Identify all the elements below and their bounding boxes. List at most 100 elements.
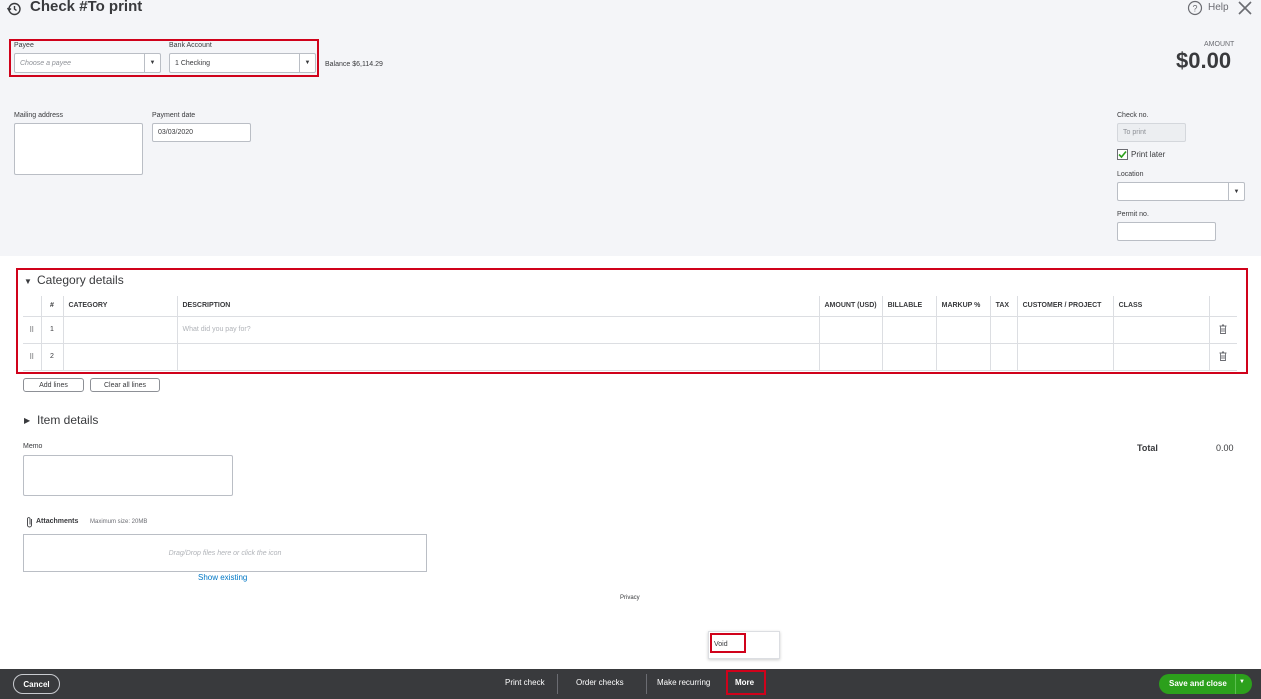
column-header-billable: BILLABLE <box>881 296 937 317</box>
column-header-markup: MARKUP % <box>935 296 991 317</box>
markup-cell[interactable] <box>935 343 991 371</box>
clear-all-lines-button[interactable]: Clear all lines <box>90 378 160 392</box>
expand-triangle-icon[interactable]: ▶ <box>24 416 30 425</box>
column-header-customer-project: CUSTOMER / PROJECT <box>1016 296 1114 317</box>
drag-handle-icon[interactable]: ⠿ <box>23 343 41 371</box>
chevron-down-icon[interactable]: ▼ <box>1228 183 1244 200</box>
permit-no-label: Permit no. <box>1117 211 1149 218</box>
row-number: 2 <box>40 343 63 371</box>
check-icon <box>1118 150 1127 159</box>
save-and-close-button[interactable]: Save and close ▼ <box>1159 674 1252 694</box>
history-icon[interactable] <box>6 1 22 17</box>
split-divider <box>1235 674 1236 694</box>
billable-cell[interactable] <box>881 316 937 344</box>
paperclip-icon[interactable] <box>25 516 34 528</box>
void-menu-item[interactable]: Void <box>714 641 728 648</box>
payment-date-value: 03/03/2020 <box>158 129 194 136</box>
category-details-title[interactable]: Category details <box>37 273 124 287</box>
print-later-label: Print later <box>1131 150 1166 159</box>
column-header-description: DESCRIPTION <box>176 296 819 317</box>
privacy-link[interactable]: Privacy <box>620 595 640 601</box>
more-button[interactable]: More <box>735 678 754 687</box>
description-cell[interactable] <box>176 343 819 371</box>
show-existing-link[interactable]: Show existing <box>198 573 247 582</box>
payment-date-field[interactable]: 03/03/2020 <box>152 123 251 142</box>
footer-divider <box>557 674 558 694</box>
more-menu-popup: Void <box>708 631 780 659</box>
collapse-triangle-icon[interactable]: ▼ <box>24 277 32 286</box>
attachments-max-size: Maximum size: 20MB <box>90 519 148 525</box>
category-table: # CATEGORY DESCRIPTION AMOUNT (USD) BILL… <box>23 296 1237 371</box>
help-link[interactable]: Help <box>1208 2 1229 13</box>
print-later-checkbox[interactable] <box>1117 149 1128 160</box>
check-no-value: To print <box>1123 129 1146 136</box>
delete-column-header <box>1208 296 1237 317</box>
balance-text: Balance $6,114.29 <box>325 61 383 68</box>
column-header-category: CATEGORY <box>62 296 177 317</box>
check-no-label: Check no. <box>1117 112 1149 119</box>
trash-icon[interactable] <box>1208 343 1237 371</box>
amount-value: $0.00 <box>1176 48 1232 73</box>
payment-date-label: Payment date <box>152 112 196 119</box>
customer-project-cell[interactable] <box>1016 343 1114 371</box>
chevron-down-icon[interactable]: ▼ <box>144 54 160 72</box>
column-header-num: # <box>40 296 63 317</box>
location-select[interactable]: ▼ <box>1117 182 1245 201</box>
attachment-dropzone[interactable]: Drag/Drop files here or click the icon <box>23 534 427 572</box>
page-title: Check #To print <box>30 0 143 15</box>
table-row[interactable]: ⠿ 1 What did you pay for? <box>23 316 1237 344</box>
drag-column-header <box>23 296 41 317</box>
payee-select[interactable]: Choose a payee ▼ <box>14 53 161 73</box>
add-lines-button[interactable]: Add lines <box>23 378 84 392</box>
mailing-address-label: Mailing address <box>14 112 64 119</box>
make-recurring-button[interactable]: Make recurring <box>657 678 710 687</box>
row-number: 1 <box>40 316 63 344</box>
category-cell[interactable] <box>62 343 177 371</box>
table-row[interactable]: ⠿ 2 <box>23 343 1237 371</box>
payee-label: Payee <box>14 42 34 49</box>
billable-cell[interactable] <box>881 343 937 371</box>
category-cell[interactable] <box>62 316 177 344</box>
column-header-amount: AMOUNT (USD) <box>818 296 883 317</box>
order-checks-button[interactable]: Order checks <box>576 678 624 687</box>
memo-label: Memo <box>23 443 43 450</box>
amount-cell[interactable] <box>818 316 883 344</box>
total-label: Total <box>1137 443 1158 453</box>
permit-no-field[interactable] <box>1117 222 1216 241</box>
bank-account-value: 1 Checking <box>175 59 211 67</box>
dropzone-text: Drag/Drop files here or click the icon <box>168 549 282 557</box>
customer-project-cell[interactable] <box>1016 316 1114 344</box>
check-no-field[interactable]: To print <box>1117 123 1186 142</box>
cancel-button[interactable]: Cancel <box>13 674 60 694</box>
footer-divider <box>726 674 727 694</box>
column-header-tax: TAX <box>989 296 1018 317</box>
total-value: 0.00 <box>1216 443 1234 453</box>
location-label: Location <box>1117 171 1144 178</box>
item-details-title[interactable]: Item details <box>37 413 98 427</box>
chevron-down-icon[interactable]: ▼ <box>1239 679 1245 685</box>
drag-handle-icon[interactable]: ⠿ <box>23 316 41 344</box>
table-header-row: # CATEGORY DESCRIPTION AMOUNT (USD) BILL… <box>23 296 1237 317</box>
help-icon[interactable]: ? <box>1187 0 1203 16</box>
bank-account-select[interactable]: 1 Checking ▼ <box>169 53 316 73</box>
amount-label: AMOUNT <box>1204 41 1235 48</box>
payee-placeholder: Choose a payee <box>20 59 71 67</box>
tax-cell[interactable] <box>989 343 1018 371</box>
markup-cell[interactable] <box>935 316 991 344</box>
close-icon[interactable] <box>1237 0 1253 16</box>
print-check-button[interactable]: Print check <box>505 678 545 687</box>
mailing-address-field[interactable] <box>14 123 143 175</box>
memo-field[interactable] <box>23 455 233 496</box>
tax-cell[interactable] <box>989 316 1018 344</box>
svg-text:?: ? <box>1192 4 1197 14</box>
footer-bar <box>0 669 1261 699</box>
class-cell[interactable] <box>1112 316 1210 344</box>
amount-cell[interactable] <box>818 343 883 371</box>
class-cell[interactable] <box>1112 343 1210 371</box>
column-header-class: CLASS <box>1112 296 1210 317</box>
bank-account-label: Bank Account <box>169 42 212 49</box>
trash-icon[interactable] <box>1208 316 1237 344</box>
chevron-down-icon[interactable]: ▼ <box>299 54 315 72</box>
description-cell[interactable]: What did you pay for? <box>176 316 819 344</box>
save-and-close-label: Save and close <box>1169 679 1227 688</box>
